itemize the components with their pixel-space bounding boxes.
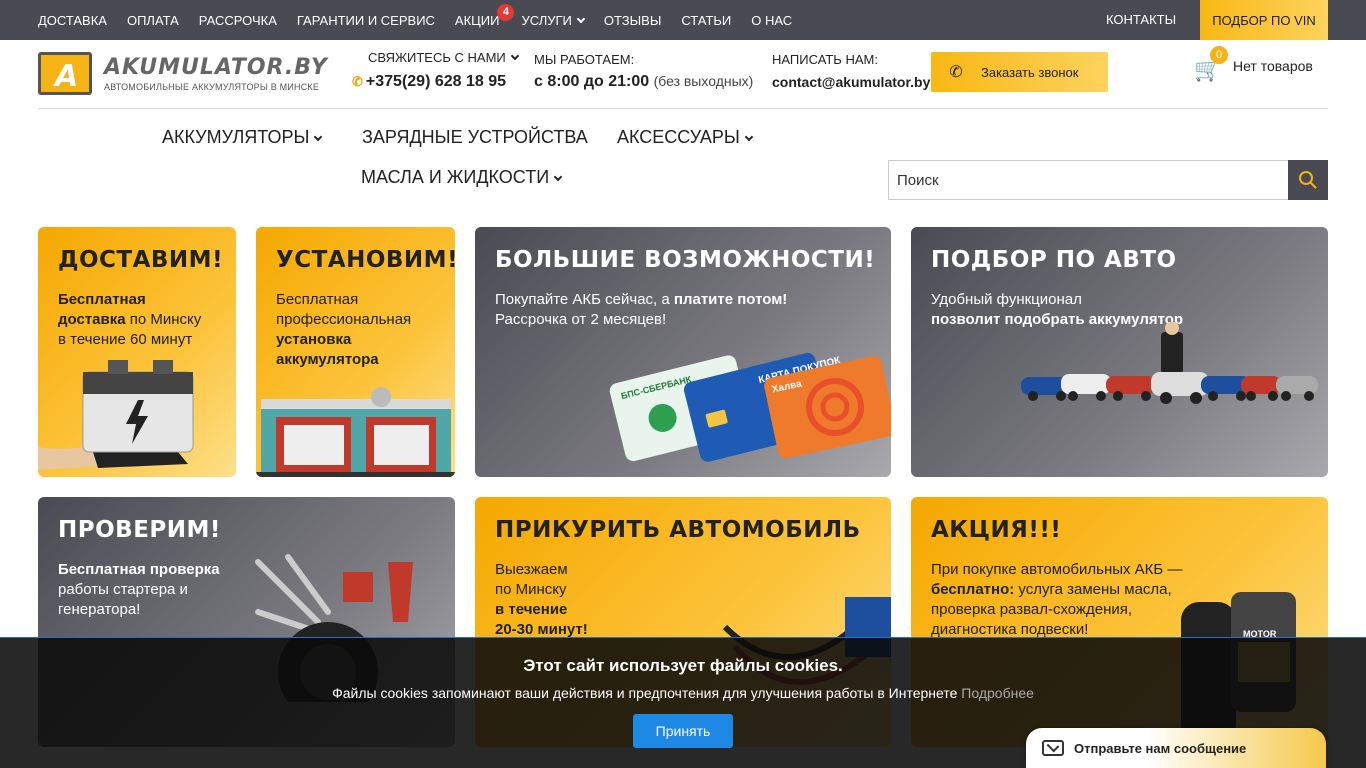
topnav-reviews[interactable]: ОТЗЫВЫ (604, 13, 661, 28)
email-link[interactable]: contact@akumulator.by (772, 74, 930, 90)
nav-accessories[interactable]: АКСЕССУАРЫ (617, 127, 754, 148)
phone-text: +375(29) 628 18 95 (365, 73, 507, 90)
topnav-installment[interactable]: РАССРОЧКА (199, 13, 277, 28)
banner-installation[interactable]: УСТАНОВИМ! Бесплатная профессиональная уст… (256, 227, 455, 477)
site-logo[interactable]: A AKUMULATOR.BY АВТОМОБИЛЬНЫЕ АККУМУЛЯТО… (38, 52, 328, 96)
working-hours: с 8:00 до 21:00 (без выходных) (534, 73, 753, 91)
envelope-icon (1042, 740, 1064, 756)
banner-text: Бесплатная проверка работы стартера и гене… (58, 561, 220, 618)
cookie-title: Этот сайт использует файлы cookies. (523, 656, 843, 675)
banner-installment[interactable]: БОЛЬШИЕ ВОЗМОЖНОСТИ! Покупайте АКБ сейча… (475, 227, 891, 477)
topnav-delivery[interactable]: ДОСТАВКА (38, 13, 107, 28)
cart[interactable]: 🛒 0 Нет товаров (1194, 46, 1324, 86)
banner-title: УСТАНОВИМ! (276, 247, 455, 273)
chevron-down-icon (510, 51, 519, 61)
service-garage-illustration (256, 387, 455, 477)
order-call-label: Заказать звонок (981, 64, 1079, 80)
nav-oils-label: МАСЛА И ЖИДКОСТИ (361, 167, 550, 187)
topnav-services-label: УСЛУГИ (521, 12, 572, 28)
nav-batteries[interactable]: АККУМУЛЯТОРЫ (162, 127, 323, 148)
chevron-down-icon (576, 14, 586, 23)
top-bar: ДОСТАВКА ОПЛАТА РАССРОЧКА ГАРАНТИИ И СЕР… (0, 0, 1366, 40)
chat-label: Отправьте нам сообщение (1074, 740, 1247, 756)
search-button[interactable] (1288, 160, 1328, 200)
banner-text: Бесплатная доставка по Минску в течение 60… (58, 291, 202, 348)
banner-text: При покупке автомобильных АКБ — бесплатно… (931, 561, 1183, 638)
banner-car-selection[interactable]: ПОДБОР ПО АВТО Удобный функционал позволи… (911, 227, 1328, 477)
chat-widget[interactable]: Отправьте нам сообщение (1026, 728, 1326, 768)
banner-delivery[interactable]: ДОСТАВИМ! Бесплатная доставка по Минску в … (38, 227, 236, 477)
banner-text: Выезжаем по Минску в течение 20-30 минут! (495, 561, 588, 638)
phone-icon: ✆ (949, 64, 963, 81)
banner-text: Бесплатная профессиональная установка аккум… (276, 291, 412, 368)
topnav-about[interactable]: О НАС (751, 13, 792, 28)
phone-number[interactable]: ✆ +375(29) 628 18 95 (352, 73, 506, 91)
contact-label: СВЯЖИТЕСЬ С НАМИ (368, 50, 506, 65)
cookie-accept-button[interactable]: Принять (633, 714, 733, 748)
battery-in-hand-illustration (38, 360, 194, 470)
nav-batteries-label: АККУМУЛЯТОРЫ (162, 127, 310, 147)
cars-row-illustration (1021, 322, 1318, 404)
topnav-promotions-label: АКЦИИ (454, 12, 500, 28)
email-label: НАПИСАТЬ НАМ: (772, 52, 878, 67)
vin-search-button[interactable]: ПОДБОР ПО VIN (1200, 0, 1328, 40)
bank-cards-illustration: БПС-СБЕРБАНК КАРТА ПОКУПОК Халва (609, 352, 891, 462)
cookie-text: Файлы cookies запоминают ваши действия и… (0, 685, 1366, 701)
topnav-services[interactable]: УСЛУГИ (521, 12, 586, 28)
banner-text: Покупайте АКБ сейчас, а платите потом! Ра… (495, 291, 788, 328)
search-icon (1299, 171, 1317, 189)
topnav-contacts[interactable]: КОНТАКТЫ (1106, 12, 1176, 27)
search-box (888, 160, 1328, 200)
logo-brand-name: AKUMULATOR.BY (104, 55, 328, 80)
logo-tagline: АВТОМОБИЛЬНЫЕ АККУМУЛЯТОРЫ В МИНСКЕ (104, 82, 320, 92)
topnav-articles[interactable]: СТАТЬИ (681, 13, 731, 28)
contact-dropdown[interactable]: СВЯЖИТЕСЬ С НАМИ (368, 50, 519, 65)
logo-mark: A (38, 52, 92, 95)
banner-title: ПОДБОР ПО АВТО (931, 247, 1177, 273)
nav-accessories-label: АКСЕССУАРЫ (617, 127, 740, 147)
nav-chargers[interactable]: ЗАРЯДНЫЕ УСТРОЙСТВА (362, 127, 588, 148)
banner-title: АКЦИЯ!!! (931, 517, 1062, 543)
promotions-count-badge: 4 (497, 3, 515, 21)
banner-title: ПРИКУРИТЬ АВТОМОБИЛЬ (495, 517, 861, 543)
chevron-down-icon (314, 132, 323, 142)
banner-title: ДОСТАВИМ! (58, 247, 224, 273)
nav-oils[interactable]: МАСЛА И ЖИДКОСТИ (361, 167, 563, 188)
top-nav: ДОСТАВКА ОПЛАТА РАССРОЧКА ГАРАНТИИ И СЕР… (38, 0, 792, 40)
hours-value: с 8:00 до 21:00 (534, 73, 650, 90)
chevron-down-icon (553, 172, 563, 182)
search-input[interactable] (889, 161, 1289, 199)
banner-title: ПРОВЕРИМ! (58, 517, 221, 543)
header-divider (38, 108, 1328, 109)
cart-count-badge: 0 (1210, 46, 1228, 64)
topnav-promotions[interactable]: АКЦИИ 4 (454, 3, 515, 28)
cookie-description: Файлы cookies запоминают ваши действия и… (332, 685, 958, 701)
topnav-warranty[interactable]: ГАРАНТИИ И СЕРВИС (297, 13, 435, 28)
cart-status: Нет товаров (1233, 58, 1313, 74)
cookie-more-link[interactable]: Подробнее (961, 685, 1034, 701)
chevron-down-icon (744, 132, 754, 142)
logo-letter: A (55, 59, 79, 94)
banner-title: БОЛЬШИЕ ВОЗМОЖНОСТИ! (495, 247, 876, 273)
hours-note: (без выходных) (653, 73, 754, 89)
phone-icon: ✆ (352, 74, 363, 89)
hours-label: МЫ РАБОТАЕМ: (534, 52, 635, 67)
topnav-payment[interactable]: ОПЛАТА (127, 13, 179, 28)
order-call-button[interactable]: ✆ Заказать звонок (931, 52, 1108, 92)
